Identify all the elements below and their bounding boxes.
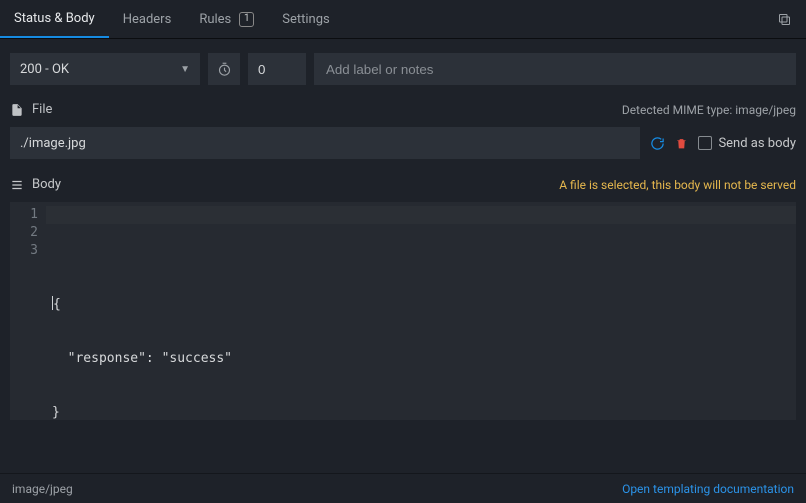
refresh-icon[interactable]	[650, 136, 665, 151]
tabs-bar: Status & Body Headers Rules 1 Settings	[0, 0, 806, 39]
delete-icon[interactable]	[675, 136, 688, 151]
tab-label: Rules	[199, 12, 231, 27]
file-row: Send as body	[0, 123, 806, 165]
file-icon	[10, 103, 24, 117]
code-line: }	[52, 404, 790, 422]
tab-rules[interactable]: Rules 1	[185, 1, 268, 38]
checkbox-icon	[698, 136, 712, 150]
detected-mime-label: Detected MIME type: image/jpeg	[622, 103, 796, 117]
status-code-value: 200 - OK	[20, 62, 69, 77]
delay-input[interactable]	[248, 53, 306, 85]
code-line: {	[53, 297, 61, 312]
body-section-header: Body A file is selected, this body will …	[0, 165, 806, 198]
tab-settings[interactable]: Settings	[268, 1, 343, 38]
send-as-body-label: Send as body	[718, 136, 796, 151]
tab-label: Settings	[282, 12, 329, 27]
notes-input[interactable]	[314, 53, 796, 85]
file-path-input[interactable]	[10, 127, 640, 159]
code-line: "response": "success"	[52, 350, 790, 368]
body-section-label: Body	[32, 177, 61, 192]
editor-code[interactable]: { "response": "success" }	[46, 202, 796, 420]
tab-headers[interactable]: Headers	[109, 1, 186, 38]
tab-label: Status & Body	[14, 11, 95, 26]
tab-label: Headers	[123, 12, 172, 27]
status-row: 200 - OK ▼	[0, 39, 806, 95]
footer-bar: image/jpeg Open templating documentation	[0, 473, 806, 503]
status-code-select[interactable]: 200 - OK ▼	[10, 53, 200, 85]
tab-status-body[interactable]: Status & Body	[0, 1, 109, 38]
body-editor[interactable]: 1 2 3 { "response": "success" }	[10, 202, 796, 420]
line-number: 1	[14, 206, 38, 224]
templating-docs-link[interactable]: Open templating documentation	[622, 482, 794, 496]
list-icon	[10, 178, 24, 192]
file-section-header: File Detected MIME type: image/jpeg	[0, 95, 806, 123]
editor-gutter: 1 2 3	[10, 202, 46, 420]
line-number: 3	[14, 242, 38, 260]
line-number: 2	[14, 224, 38, 242]
delay-icon	[208, 53, 240, 85]
send-as-body-toggle[interactable]: Send as body	[698, 136, 796, 151]
duplicate-icon[interactable]	[767, 12, 802, 27]
chevron-down-icon: ▼	[180, 64, 190, 75]
file-section-label: File	[32, 102, 52, 117]
rules-count-badge: 1	[239, 12, 254, 27]
body-warning: A file is selected, this body will not b…	[559, 178, 796, 192]
footer-mime: image/jpeg	[12, 482, 73, 496]
